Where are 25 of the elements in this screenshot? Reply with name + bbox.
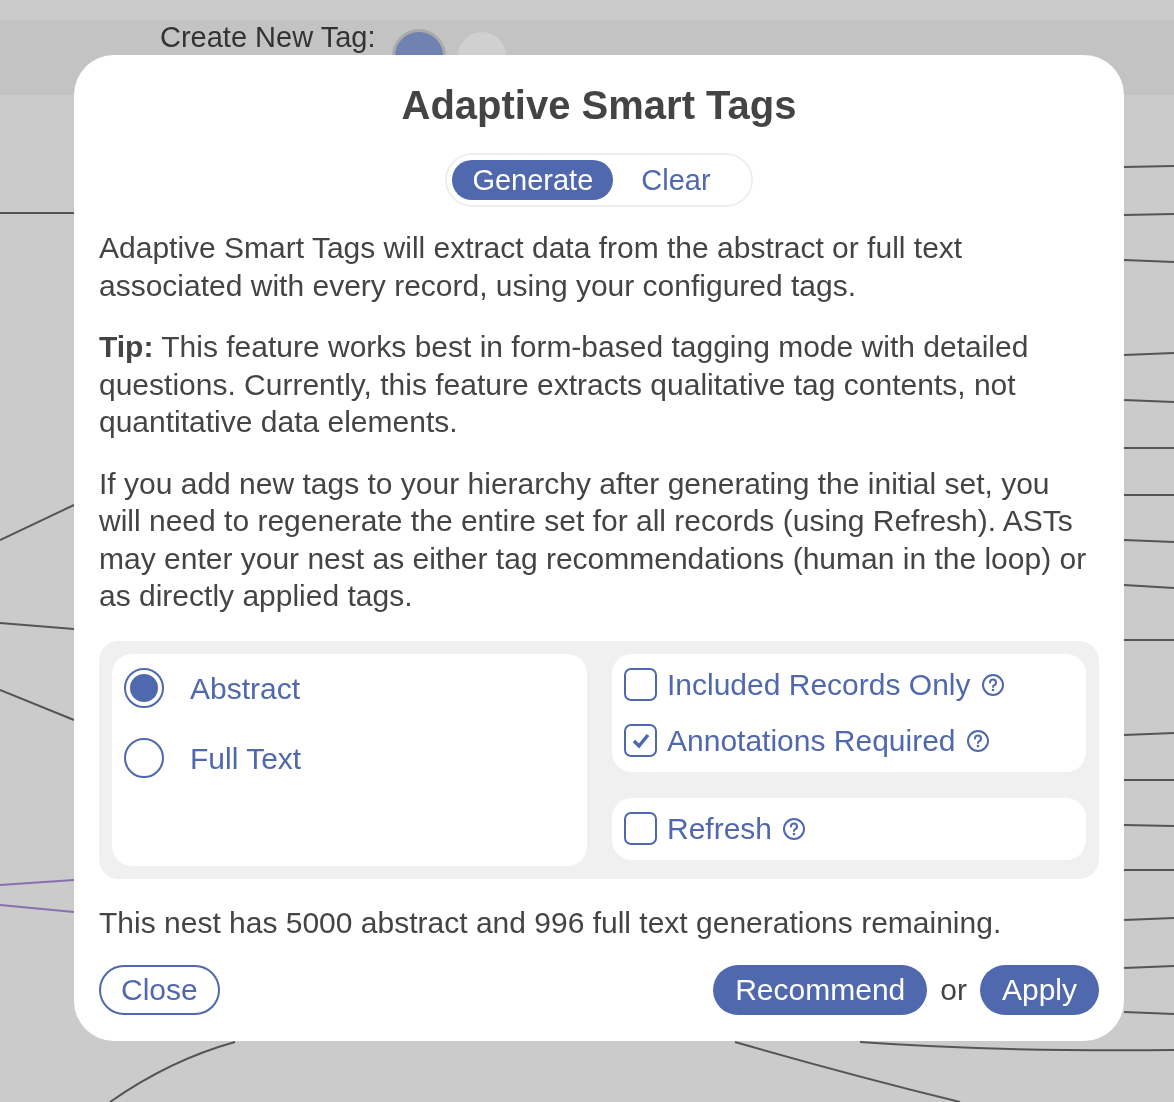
radio-button[interactable]: [124, 738, 164, 778]
or-text: or: [940, 972, 967, 1008]
description-paragraph: If you add new tags to your hierarchy after generating the initial set, you will need to regenerate the entire set for all records (using Refresh). ASTs may enter your nest as either tag recommendations (human in the loop) or as directly applied tags.: [99, 465, 1088, 614]
help-icon[interactable]: [965, 728, 990, 753]
remaining-text: This nest has 5000 abstract and 996 full text generations remaining.: [99, 904, 1003, 941]
recommend-button[interactable]: Recommend: [713, 964, 928, 1015]
mode-tab[interactable]: Generate: [452, 160, 614, 200]
checkbox-label[interactable]: Included Records Only: [667, 662, 971, 707]
checkbox-label[interactable]: Annotations Required: [667, 718, 956, 763]
checkbox[interactable]: [624, 668, 657, 701]
radio-button[interactable]: [124, 668, 164, 708]
close-button[interactable]: Close: [99, 964, 220, 1015]
radio-label[interactable]: Full Text: [190, 735, 302, 781]
description-paragraph: Tip: This feature works best in form-based tagging mode with detailed questions. Currently, this feature extracts qualitative tag contents, not quantitative data elements.: [99, 329, 1030, 440]
toolbar-label: Create New Tag:: [160, 22, 376, 52]
checkbox[interactable]: [624, 724, 657, 757]
checkbox[interactable]: [624, 812, 657, 845]
description-paragraph: Adaptive Smart Tags will extract data from the abstract or full text associated with every record, using your configured tags.: [99, 230, 964, 304]
apply-button[interactable]: Apply: [979, 964, 1099, 1015]
checkbox-label[interactable]: Refresh: [667, 806, 773, 851]
help-icon[interactable]: [782, 816, 807, 841]
help-icon[interactable]: [980, 672, 1005, 697]
radio-label[interactable]: Abstract: [190, 665, 301, 711]
dialog-title: Adaptive Smart Tags: [401, 82, 797, 129]
mode-tab[interactable]: Clear: [621, 160, 731, 200]
